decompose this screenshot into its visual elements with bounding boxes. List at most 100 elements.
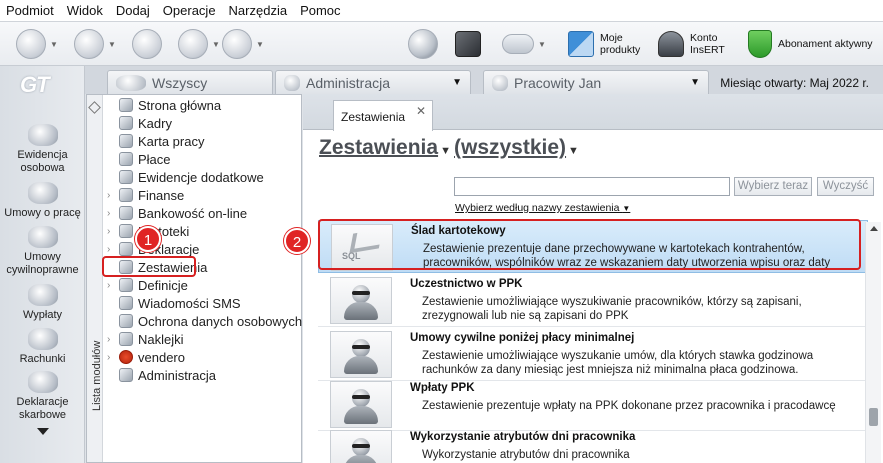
module-label: Strona główna	[138, 97, 222, 113]
filter-dropdown[interactable]: (wszystkie) ▼	[454, 136, 579, 160]
lock-icon	[119, 314, 133, 328]
finance-icon	[119, 188, 133, 202]
sort-link[interactable]: Wybierz według nazwy zestawienia ▼	[455, 202, 630, 214]
highlight-zestawienia	[102, 256, 196, 277]
left-navigation: GT Ewidencja osobowa Umowy o pracę Umowy c…	[0, 66, 85, 463]
expand-icon[interactable]: ›	[107, 190, 117, 201]
module-naklejki[interactable]: › Naklejki	[107, 330, 184, 348]
report-title: Umowy cywilne poniżej płacy minimalnej	[410, 332, 635, 344]
list-item[interactable]: Uczestnictwo w PPK Zestawienie umożliwia…	[318, 274, 868, 327]
dropdown-icon: ▼	[212, 39, 220, 49]
select-now-button[interactable]: Wybierz teraz	[734, 177, 812, 196]
chevron-down-icon: ▼	[440, 145, 451, 157]
tab-zestawienia[interactable]: Zestawienia ✕	[333, 100, 433, 131]
nav-umowy-o-prace[interactable]: Umowy o pracę	[0, 182, 85, 220]
module-ewidencje-dodatkowe[interactable]: Ewidencje dodatkowe	[107, 168, 264, 186]
konto-insert-button[interactable]: Konto InsERT	[658, 28, 725, 60]
scroll-up-icon[interactable]	[870, 226, 878, 231]
nav-ewidencja-osobowa[interactable]: Ewidencja osobowa	[0, 124, 85, 175]
tab-administracja[interactable]: Administracja ▼	[275, 70, 471, 94]
expand-icon[interactable]: ›	[107, 334, 117, 345]
scroll-down-icon[interactable]	[37, 428, 49, 435]
contract-money-icon	[27, 226, 58, 248]
module-vendero[interactable]: › vendero	[107, 348, 185, 366]
list-item[interactable]: Wpłaty PPK Zestawienie prezentuje wpłaty…	[318, 378, 868, 431]
tab-wszyscy[interactable]: Wszyscy	[107, 70, 273, 94]
expand-icon[interactable]: ›	[107, 280, 117, 291]
module-label: Ochrona danych osobowych	[138, 313, 303, 329]
step-marker-2: 2	[284, 228, 310, 254]
abonament-button[interactable]: Abonament aktywny	[748, 28, 873, 60]
module-administracja[interactable]: Administracja	[107, 366, 216, 384]
nav-wyplaty[interactable]: Wypłaty	[0, 284, 85, 322]
module-label: Wiadomości SMS	[138, 295, 241, 311]
cloud-icon	[502, 34, 534, 54]
pin-icon[interactable]	[88, 101, 101, 114]
module-bankowosc[interactable]: › Bankowość on-line	[107, 204, 247, 222]
module-strona-glowna[interactable]: Strona główna	[107, 96, 221, 114]
nav-deklaracje-skarbowe[interactable]: Deklaracje skarbowe	[0, 371, 85, 422]
nav-label: Rachunki	[19, 353, 66, 365]
help-button[interactable]: ▼	[222, 28, 264, 60]
scroll-thumb[interactable]	[869, 408, 878, 426]
moje-produkty-label-2: produkty	[600, 44, 641, 56]
dropdown-icon: ▼	[538, 39, 546, 49]
menu-dodaj[interactable]: Dodaj	[116, 3, 150, 18]
cube-button[interactable]	[455, 28, 481, 60]
report-description: Zestawienie umożliwiające wyszukiwanie p…	[422, 296, 802, 322]
module-label: vendero	[138, 349, 185, 365]
sms-icon	[119, 296, 133, 310]
globe-button[interactable]	[408, 28, 438, 60]
timecard-icon	[119, 134, 133, 148]
nav-rachunki[interactable]: Rachunki	[0, 328, 85, 366]
back-button[interactable]: ▼	[16, 28, 58, 60]
report-title: Wykorzystanie atrybutów dni pracownika	[410, 431, 636, 443]
search-input[interactable]	[454, 177, 730, 196]
list-item[interactable]: Umowy cywilne poniżej płacy minimalnej Z…	[318, 328, 868, 381]
expand-icon[interactable]: ›	[107, 352, 117, 363]
declaration-icon	[119, 242, 133, 256]
moje-produkty-button[interactable]: Moje produkty	[568, 28, 640, 60]
menu-narzedzia[interactable]: Narzędzia	[229, 3, 288, 18]
menu-operacje[interactable]: Operacje	[163, 3, 216, 18]
documents-button[interactable]: ▼	[178, 28, 220, 60]
nav-label: cywilnoprawne	[6, 264, 79, 276]
module-label: Finanse	[138, 187, 185, 203]
cloud-button[interactable]: ▼	[502, 28, 546, 60]
expand-icon[interactable]: ›	[107, 244, 117, 255]
highlight-slad-kartotekowy	[318, 219, 861, 270]
heading-dropdown[interactable]: Zestawienia ▼	[319, 136, 451, 160]
module-ochrona-danych[interactable]: Ochrona danych osobowych	[107, 312, 302, 330]
tab-pracowity-jan[interactable]: Pracowity Jan ▼	[483, 70, 709, 94]
module-karta-pracy[interactable]: Karta pracy	[107, 132, 204, 150]
bill-icon	[27, 328, 58, 350]
report-title: Wpłaty PPK	[410, 382, 475, 394]
module-finanse[interactable]: › Finanse	[107, 186, 184, 204]
module-kadry[interactable]: Kadry	[107, 114, 172, 132]
reports-content: Zestawienia ✕ Zestawienia ▼ (wszystkie) ▼ …	[303, 94, 883, 463]
list-scrollbar[interactable]	[865, 222, 881, 463]
expand-icon[interactable]: ›	[107, 226, 117, 237]
expand-icon[interactable]: ›	[107, 208, 117, 219]
definitions-icon	[119, 278, 133, 292]
close-icon[interactable]: ✕	[416, 104, 426, 118]
nav-label: osobowa	[20, 162, 65, 174]
module-definicje[interactable]: › Definicje	[107, 276, 188, 294]
list-item[interactable]: Wykorzystanie atrybutów dni pracownika W…	[318, 427, 868, 463]
nav-umowy-cywilnoprawne[interactable]: Umowy cywilnoprawne	[0, 226, 85, 277]
nav-label: Umowy o pracę	[4, 207, 81, 219]
people-icon	[119, 116, 133, 130]
module-place[interactable]: Płace	[107, 150, 171, 168]
menu-bar: Podmiot Widok Dodaj Operacje Narzędzia P…	[0, 0, 883, 22]
report-description: Zestawienie umożliwiające wyszukanie umó…	[422, 350, 814, 376]
clear-button[interactable]: Wyczyść	[817, 177, 874, 196]
menu-widok[interactable]: Widok	[67, 3, 103, 18]
admin-icon	[119, 368, 133, 382]
tab-label: Zestawienia	[341, 110, 406, 124]
globe-icon	[408, 29, 438, 59]
module-sms[interactable]: Wiadomości SMS	[107, 294, 241, 312]
forward-button[interactable]: ▼	[74, 28, 116, 60]
tools-button[interactable]	[132, 28, 162, 60]
menu-pomoc[interactable]: Pomoc	[300, 3, 340, 18]
menu-podmiot[interactable]: Podmiot	[6, 3, 54, 18]
